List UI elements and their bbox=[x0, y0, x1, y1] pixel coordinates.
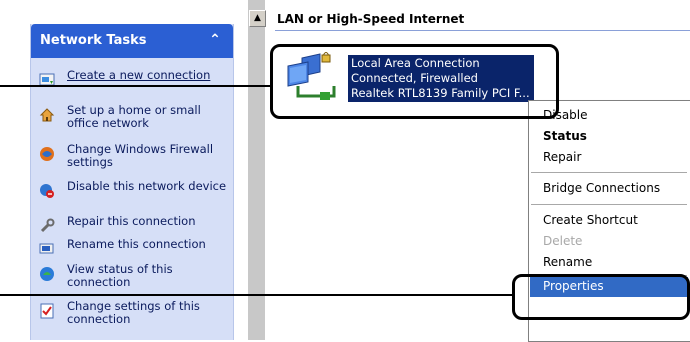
task-label: Repair this connection bbox=[67, 214, 196, 228]
task-change-firewall[interactable]: Change Windows Firewall settings bbox=[37, 143, 231, 175]
network-tasks-panel: Network Tasks ⌃ Create a new connection … bbox=[30, 24, 234, 340]
menu-separator bbox=[531, 172, 687, 173]
settings-icon bbox=[40, 303, 54, 319]
group-header-title: LAN or High-Speed Internet bbox=[277, 12, 465, 26]
scroll-up-arrow-icon[interactable]: ▲ bbox=[249, 10, 266, 27]
menu-item-create-shortcut[interactable]: Create Shortcut bbox=[543, 213, 638, 227]
task-change-settings[interactable]: Change settings of this connection bbox=[37, 300, 231, 332]
callout-pointer-connection bbox=[0, 85, 272, 87]
network-tasks-title: Network Tasks bbox=[40, 33, 147, 48]
status-icon bbox=[40, 267, 54, 281]
task-label: Rename this connection bbox=[67, 237, 206, 251]
task-disable-device[interactable]: Disable this network device bbox=[37, 180, 231, 212]
callout-box-connection bbox=[270, 44, 559, 119]
callout-pointer-properties bbox=[0, 294, 514, 296]
menu-item-status[interactable]: Status bbox=[543, 129, 587, 143]
task-label: Set up a home or small office network bbox=[67, 103, 201, 130]
task-label: Create a new connection bbox=[67, 68, 211, 82]
collapse-chevron-icon[interactable]: ⌃ bbox=[206, 31, 224, 49]
repair-icon bbox=[40, 218, 55, 233]
vertical-scrollbar[interactable] bbox=[248, 0, 265, 340]
task-label: View status of this connection bbox=[67, 262, 173, 289]
task-label: Disable this network device bbox=[67, 179, 227, 193]
rename-icon bbox=[39, 243, 54, 254]
network-tasks-header[interactable]: Network Tasks ⌃ bbox=[31, 24, 233, 58]
group-header-divider bbox=[275, 30, 690, 31]
disable-device-icon bbox=[40, 184, 54, 198]
task-view-status[interactable]: View status of this connection bbox=[37, 263, 231, 295]
task-setup-home-network[interactable]: Set up a home or small office network bbox=[37, 104, 231, 136]
home-network-icon bbox=[39, 108, 55, 122]
menu-item-repair[interactable]: Repair bbox=[543, 150, 581, 164]
task-label: Change settings of this connection bbox=[67, 299, 200, 326]
menu-item-bridge-connections[interactable]: Bridge Connections bbox=[543, 181, 660, 195]
task-label: Change Windows Firewall settings bbox=[67, 142, 214, 169]
callout-box-properties bbox=[512, 274, 690, 320]
menu-item-delete: Delete bbox=[543, 234, 583, 248]
firewall-icon bbox=[40, 147, 54, 161]
network-tasks-list: Create a new connection Set up a home or… bbox=[31, 58, 233, 340]
menu-separator bbox=[531, 204, 687, 205]
menu-item-rename[interactable]: Rename bbox=[543, 255, 592, 269]
left-task-pane: Network Tasks ⌃ Create a new connection … bbox=[0, 0, 248, 340]
